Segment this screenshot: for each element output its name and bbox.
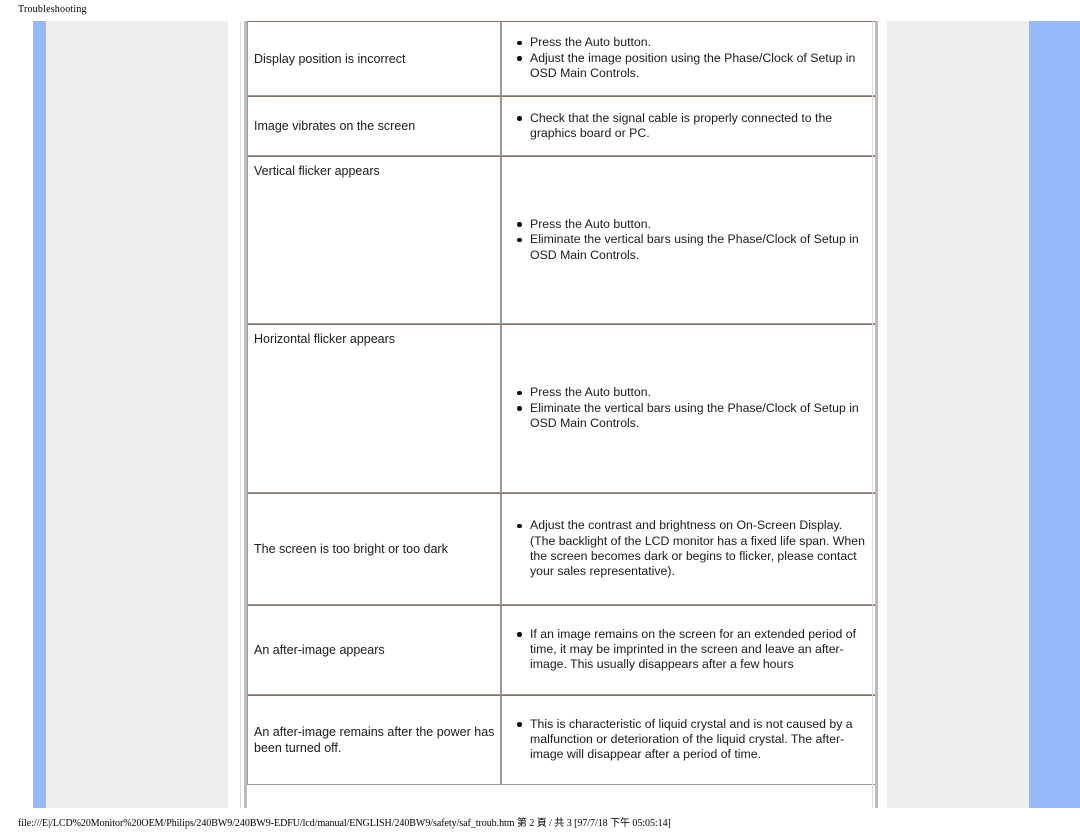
solution-list: If an image remains on the screen for an…	[502, 627, 875, 673]
list-item: Adjust the image position using the Phas…	[517, 51, 865, 81]
table-row: Vertical flicker appears Press the Auto b…	[247, 156, 876, 324]
solution-list: Check that the signal cable is properly …	[502, 111, 875, 141]
list-item: Check that the signal cable is properly …	[517, 111, 865, 141]
symptom-cell: Vertical flicker appears	[247, 156, 501, 324]
list-item: Press the Auto button.	[517, 385, 865, 400]
solution-list: Press the Auto button. Adjust the image p…	[502, 35, 875, 81]
list-item: Eliminate the vertical bars using the Ph…	[517, 401, 865, 431]
left-navigation-panel[interactable]	[33, 21, 228, 808]
list-item: If an image remains on the screen for an…	[517, 627, 865, 673]
right-accent-bar	[1029, 21, 1080, 808]
symptom-cell: Horizontal flicker appears	[247, 324, 501, 493]
solution-list: Press the Auto button. Eliminate the vert…	[502, 385, 875, 431]
symptom-cell: The screen is too bright or too dark	[247, 493, 501, 605]
page-body: Display position is incorrect Press the A…	[0, 21, 1080, 808]
solution-list: Adjust the contrast and brightness on On…	[502, 518, 875, 579]
solution-cell: Press the Auto button. Eliminate the vert…	[501, 324, 876, 493]
solution-cell: Check that the signal cable is properly …	[501, 96, 876, 156]
solution-cell: Press the Auto button. Eliminate the vert…	[501, 156, 876, 324]
solution-cell: Press the Auto button. Adjust the image p…	[501, 21, 876, 96]
table-row: The screen is too bright or too dark Adju…	[247, 493, 876, 605]
list-item: Press the Auto button.	[517, 217, 865, 232]
table-row: Horizontal flicker appears Press the Auto…	[247, 324, 876, 493]
solution-list: This is characteristic of liquid crystal…	[502, 717, 875, 763]
table-row: An after-image appears If an image remain…	[247, 605, 876, 695]
table-row: An after-image remains after the power h…	[247, 695, 876, 785]
symptom-cell: An after-image appears	[247, 605, 501, 695]
right-divider-bar	[875, 21, 878, 808]
list-item: Press the Auto button.	[517, 35, 865, 50]
symptom-cell: Display position is incorrect	[247, 21, 501, 96]
solution-cell: This is characteristic of liquid crystal…	[501, 695, 876, 785]
left-accent-bar	[33, 21, 46, 808]
list-item: This is characteristic of liquid crystal…	[517, 717, 865, 763]
right-navigation-panel[interactable]	[887, 21, 1029, 808]
solution-list: Press the Auto button. Eliminate the vert…	[502, 217, 875, 263]
list-item: Eliminate the vertical bars using the Ph…	[517, 232, 865, 262]
table-row: Display position is incorrect Press the A…	[247, 21, 876, 96]
symptom-cell: Image vibrates on the screen	[247, 96, 501, 156]
right-divider-line	[872, 21, 873, 808]
list-item: Adjust the contrast and brightness on On…	[517, 518, 865, 578]
print-header-title: Troubleshooting	[18, 4, 87, 15]
content-divider-line	[240, 21, 241, 808]
print-footer-path: file:///E|/LCD%20Monitor%20OEM/Philips/2…	[18, 818, 671, 829]
symptom-cell: An after-image remains after the power h…	[247, 695, 501, 785]
solution-cell: If an image remains on the screen for an…	[501, 605, 876, 695]
table-row: Image vibrates on the screen Check that t…	[247, 96, 876, 156]
troubleshooting-table: Display position is incorrect Press the A…	[247, 21, 876, 785]
solution-cell: Adjust the contrast and brightness on On…	[501, 493, 876, 605]
